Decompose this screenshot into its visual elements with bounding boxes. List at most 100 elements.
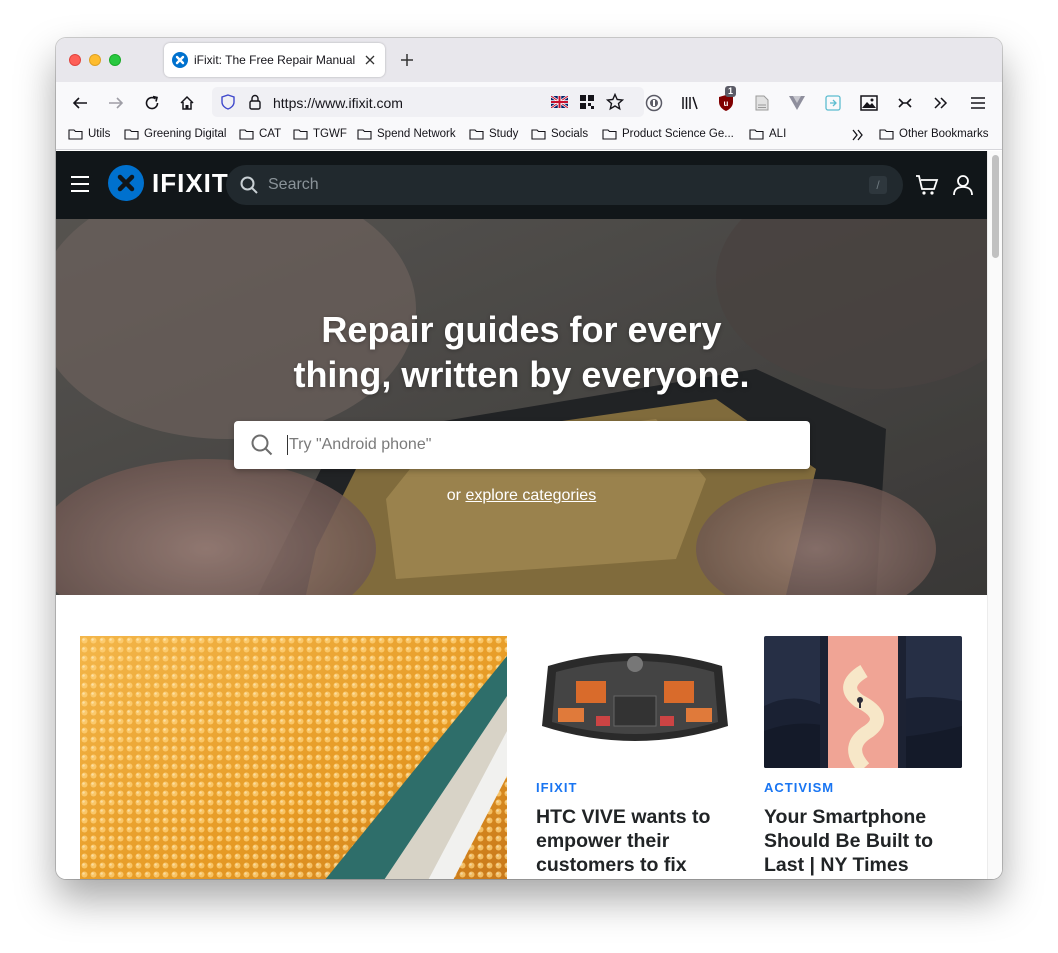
bookmark-folder-greening-digital[interactable]: Greening Digital: [124, 128, 226, 140]
folder-icon: [879, 129, 894, 140]
hero-explore-line: or explore categories: [56, 487, 987, 505]
page-scrollbar[interactable]: [987, 151, 1002, 879]
new-tab-button[interactable]: [396, 49, 418, 71]
lock-icon[interactable]: [248, 94, 262, 115]
folder-icon: [469, 129, 484, 140]
tracking-shield-icon[interactable]: [220, 94, 236, 115]
bookmark-folder-tgwf[interactable]: TGWF: [293, 128, 347, 140]
app-menu-icon[interactable]: [965, 90, 991, 116]
window-close-button[interactable]: [69, 54, 81, 66]
article-card[interactable]: IFIXIT HTC VIVE wants to empower their c…: [536, 636, 734, 877]
hero-background-image: [56, 219, 987, 595]
card-title[interactable]: Your Smartphone Should Be Built to Last …: [764, 805, 962, 877]
bookmark-label: TGWF: [313, 128, 347, 140]
home-icon[interactable]: [174, 90, 200, 116]
card-category-tag[interactable]: IFIXIT: [536, 780, 734, 795]
folder-icon: [293, 129, 308, 140]
svg-text:u: u: [724, 99, 729, 108]
extension-dots-icon[interactable]: [892, 90, 918, 116]
navigation-toolbar: https://www.ifixit.com u 1: [56, 82, 1002, 122]
cart-icon[interactable]: [915, 173, 939, 197]
search-icon: [240, 176, 258, 194]
folder-icon: [239, 129, 254, 140]
tab-close-icon[interactable]: [359, 49, 381, 71]
reload-icon[interactable]: [139, 90, 165, 116]
article-card[interactable]: ACTIVISM Your Smartphone Should Be Built…: [764, 636, 962, 877]
hero-search-placeholder: Try "Android phone": [286, 435, 432, 455]
card-image: [764, 636, 962, 768]
folder-icon: [68, 129, 83, 140]
logo-text: IFIXIT: [152, 167, 229, 198]
bookmark-label: Utils: [88, 128, 111, 140]
ifixit-favicon-icon: [172, 52, 188, 68]
site-search-placeholder: Search: [268, 176, 319, 193]
site-menu-icon[interactable]: [70, 175, 90, 193]
hero-banner: Repair guides for every thing, written b…: [56, 219, 987, 595]
folder-icon: [602, 129, 617, 140]
tab-strip: iFixit: The Free Repair Manual: [56, 38, 1002, 82]
window-minimize-button[interactable]: [89, 54, 101, 66]
bookmark-folder-spend-network[interactable]: Spend Network: [357, 128, 456, 140]
bookmark-folder-cat[interactable]: CAT: [239, 128, 281, 140]
card-title[interactable]: HTC VIVE wants to empower their customer…: [536, 805, 734, 877]
hero-search-input[interactable]: Try "Android phone": [234, 421, 810, 469]
featured-article-image[interactable]: [80, 636, 507, 879]
folder-icon: [357, 129, 372, 140]
bookmark-label: Socials: [551, 128, 589, 140]
bookmark-label: Spend Network: [377, 128, 456, 140]
image-icon[interactable]: [856, 90, 882, 116]
bookmark-label: ALI: [769, 128, 787, 140]
bookmark-folder-other[interactable]: Other Bookmarks: [879, 128, 988, 140]
bookmark-label: Product Science Ge...: [622, 128, 734, 140]
ublock-origin-icon[interactable]: u 1: [713, 86, 739, 116]
browser-window: iFixit: The Free Repair Manual https://w…: [56, 38, 1002, 879]
hero-title-line: Repair guides for every: [321, 309, 722, 350]
url-bar[interactable]: https://www.ifixit.com: [212, 87, 644, 117]
hero-title-line: thing, written by everyone.: [293, 354, 750, 395]
forward-arrow-icon[interactable]: [103, 90, 129, 116]
cpu-pins-image: [80, 636, 507, 879]
bookmark-folder-socials[interactable]: Socials: [531, 128, 588, 140]
bookmark-star-icon[interactable]: [605, 92, 625, 116]
bookmark-folder-study[interactable]: Study: [469, 128, 518, 140]
tab-ifixit[interactable]: iFixit: The Free Repair Manual: [164, 43, 385, 77]
explore-prefix: or: [446, 487, 466, 504]
library-icon[interactable]: [677, 90, 703, 116]
tab-title: iFixit: The Free Repair Manual: [194, 53, 356, 67]
back-arrow-icon[interactable]: [67, 90, 93, 116]
card-category-tag[interactable]: ACTIVISM: [764, 780, 962, 795]
bookmark-label: Greening Digital: [144, 128, 227, 140]
bookmark-label: CAT: [259, 128, 282, 140]
folder-icon: [749, 129, 764, 140]
explore-categories-link[interactable]: explore categories: [465, 487, 596, 504]
site-header: IFIXIT Search /: [56, 151, 987, 219]
ifixit-logo[interactable]: IFIXIT: [108, 165, 229, 201]
folder-icon: [124, 129, 139, 140]
htc-vive-teardown-image: [536, 636, 734, 768]
scrollbar-thumb[interactable]: [992, 155, 999, 258]
window-maximize-button[interactable]: [109, 54, 121, 66]
bookmark-folder-product-science[interactable]: Product Science Ge...: [602, 128, 734, 140]
page-icon[interactable]: [749, 90, 775, 116]
bookmark-folder-utils[interactable]: Utils: [68, 128, 110, 140]
smartphone-illustration-image: [764, 636, 962, 768]
bookmarks-overflow-chevron-icon[interactable]: [851, 129, 865, 141]
extension-badge: 1: [725, 86, 737, 97]
web-page: IFIXIT Search / Repair guides for every …: [56, 151, 1002, 879]
search-shortcut-key: /: [869, 176, 887, 194]
bookmark-folder-ali[interactable]: ALI: [749, 128, 786, 140]
open-in-icon[interactable]: [820, 90, 846, 116]
download-circle-icon[interactable]: [641, 90, 667, 116]
ifixit-logo-icon: [108, 165, 144, 201]
user-account-icon[interactable]: [951, 173, 975, 197]
url-text[interactable]: https://www.ifixit.com: [273, 95, 403, 111]
search-icon: [251, 434, 273, 461]
site-search-input[interactable]: Search /: [226, 165, 903, 205]
bookmark-label: Other Bookmarks: [899, 128, 989, 140]
qr-code-icon[interactable]: [579, 94, 595, 115]
uk-flag-icon[interactable]: [550, 94, 569, 113]
bookmark-label: Study: [489, 128, 519, 140]
vue-devtools-icon[interactable]: [784, 90, 810, 116]
overflow-chevron-icon[interactable]: [928, 90, 954, 116]
hero-title: Repair guides for every thing, written b…: [56, 307, 987, 397]
